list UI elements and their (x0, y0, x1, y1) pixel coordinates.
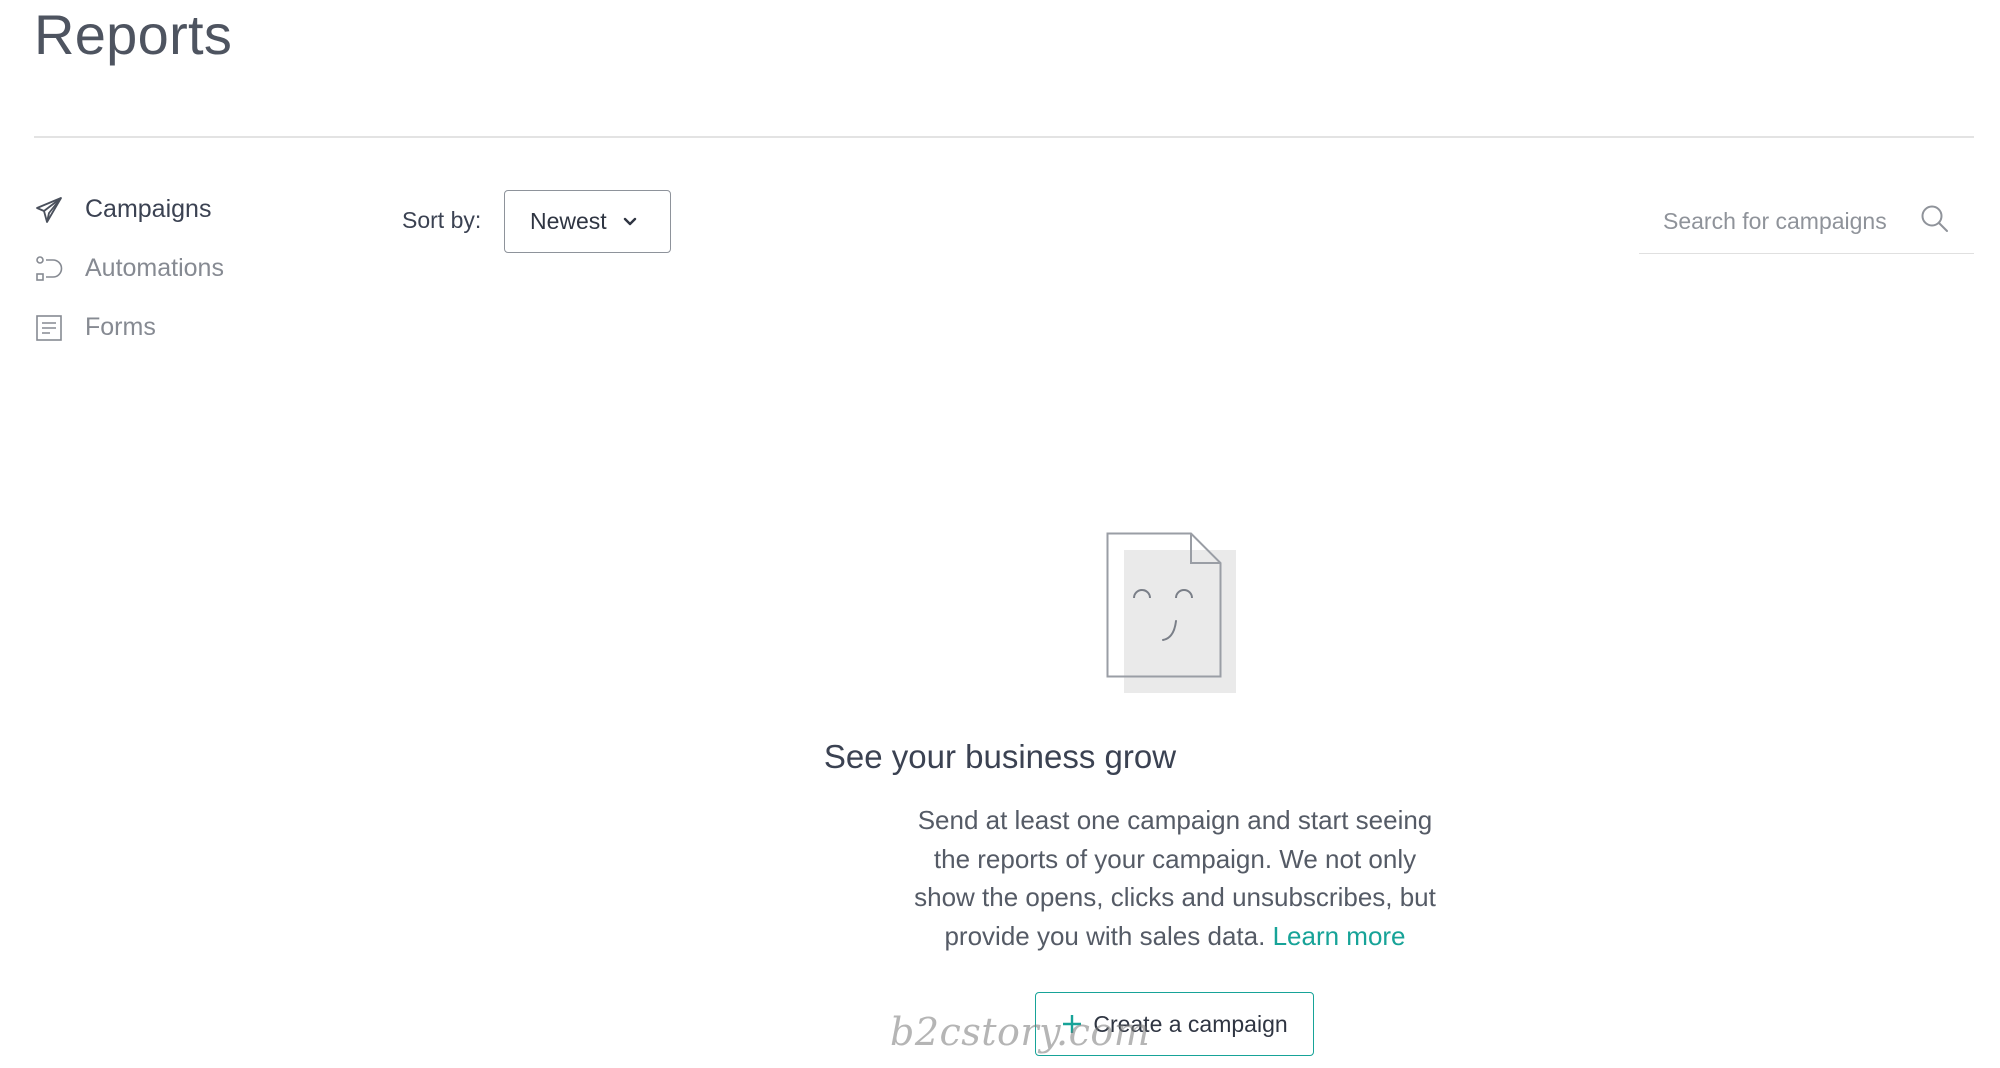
sort-label: Sort by: (402, 207, 482, 233)
paper-plane-icon (34, 195, 64, 225)
plus-icon (1061, 1013, 1083, 1035)
learn-more-link[interactable]: Learn more (1273, 921, 1406, 951)
sidebar: Campaigns Automations Forms (34, 180, 354, 357)
workflow-icon (34, 254, 64, 284)
chevron-down-icon (620, 212, 640, 237)
sidebar-item-automations[interactable]: Automations (34, 239, 354, 298)
sidebar-item-label: Campaigns (85, 195, 212, 223)
smiling-document-icon (1106, 532, 1241, 695)
sort-value: Newest (530, 208, 607, 234)
search-input[interactable] (1663, 204, 1903, 238)
empty-state-title: See your business grow (823, 738, 1177, 775)
sort-dropdown[interactable]: Newest (504, 190, 671, 253)
sidebar-item-label: Automations (85, 254, 224, 282)
form-icon (34, 313, 64, 343)
sidebar-item-label: Forms (85, 313, 156, 341)
sidebar-item-campaigns[interactable]: Campaigns (34, 180, 354, 239)
search-icon[interactable] (1920, 204, 1950, 234)
create-campaign-label: Create a campaign (1093, 1010, 1288, 1037)
page-title: Reports (34, 3, 233, 66)
create-campaign-button[interactable]: Create a campaign (1035, 992, 1314, 1056)
header-divider (34, 136, 1974, 138)
search-box (1639, 190, 1974, 254)
empty-state-description: Send at least one campaign and start see… (900, 801, 1450, 955)
sidebar-item-forms[interactable]: Forms (34, 298, 354, 357)
